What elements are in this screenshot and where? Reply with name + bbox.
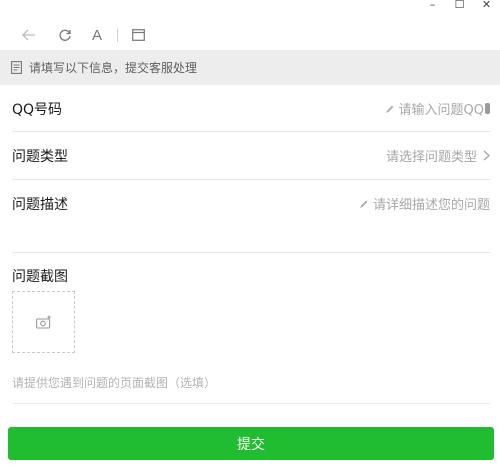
issue-type-placeholder: 请选择问题类型 [385,150,477,165]
qq-number-label: QQ号码 [12,102,63,118]
screenshot-hint: 请提供您遇到问题的页面截图（选填） [12,376,217,390]
chevron-right-icon [483,150,490,161]
divider [12,403,490,404]
minimize-button[interactable]: – [419,0,446,10]
toolbar-divider [117,29,118,42]
pencil-icon [359,199,369,209]
issue-description-row[interactable]: 问题描述 请详细描述您的问题 [12,180,490,253]
window-icon[interactable] [128,22,148,48]
cursor-icon [485,103,490,114]
camera-add-icon [35,315,52,329]
screenshot-label: 问题截图 [12,269,68,285]
screenshot-upload-button[interactable] [12,291,75,353]
qq-number-input[interactable]: 请输入问题QQ [385,99,490,118]
issue-type-row[interactable]: 问题类型 请选择问题类型 [12,132,490,180]
font-icon[interactable]: A [87,22,107,48]
issue-description-input[interactable]: 请详细描述您的问题 [359,194,490,213]
back-arrow-icon[interactable] [18,22,40,48]
pencil-icon [385,104,395,114]
close-button[interactable]: ✕ [473,0,500,10]
issue-description-label: 问题描述 [12,197,68,213]
document-icon [11,61,23,74]
qq-number-row[interactable]: QQ号码 请输入问题QQ [12,85,490,132]
issue-description-placeholder: 请详细描述您的问题 [372,198,490,213]
notice-text: 请填写以下信息，提交客服处理 [29,61,198,75]
issue-type-select[interactable]: 请选择问题类型 [386,146,490,165]
window-controls: – ☐ ✕ [419,0,500,14]
refresh-icon[interactable] [54,22,76,48]
submit-button[interactable]: 提交 [8,427,494,460]
toolbar: A [0,22,500,48]
notice-banner: 请填写以下信息，提交客服处理 [0,50,500,85]
issue-type-label: 问题类型 [12,149,68,165]
qq-number-placeholder: 请输入问题QQ [398,103,484,118]
maximize-button[interactable]: ☐ [446,0,473,10]
